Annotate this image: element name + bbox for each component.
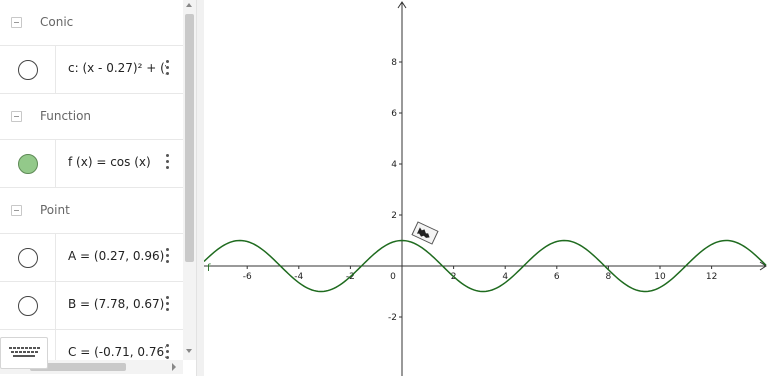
- vertical-dots-icon[interactable]: [165, 154, 171, 174]
- x-tick-label: 6: [554, 272, 560, 282]
- visibility-toggle[interactable]: [18, 154, 38, 174]
- visibility-cell: [0, 282, 56, 329]
- vertical-dots-icon[interactable]: [165, 296, 171, 316]
- algebra-list: Conic c: (x - 0.27)² + (y - Function f (…: [0, 0, 183, 360]
- panel-divider[interactable]: [196, 0, 204, 376]
- scroll-up-icon[interactable]: [186, 3, 192, 7]
- y-tick-label: 6: [391, 109, 397, 119]
- x-tick-label: 12: [706, 272, 717, 282]
- visibility-cell: [0, 140, 56, 187]
- group-label: Conic: [40, 15, 74, 29]
- collapse-icon[interactable]: [11, 205, 22, 216]
- y-ticks: 8 6 4 2 -2: [388, 58, 402, 323]
- list-item-function-f[interactable]: f (x) = cos (x): [0, 140, 183, 188]
- y-tick-label: -2: [388, 313, 397, 323]
- group-header-point[interactable]: Point: [0, 188, 183, 234]
- expression-text[interactable]: c: (x - 0.27)² + (y -: [68, 61, 166, 75]
- x-tick-label: 8: [606, 272, 612, 282]
- axes: [204, 1, 767, 376]
- x-tick-label: -6: [243, 272, 252, 282]
- x-tick-label: 0: [390, 272, 396, 282]
- expression-text[interactable]: A = (0.27, 0.96): [68, 249, 166, 263]
- visibility-toggle[interactable]: [18, 60, 38, 80]
- drag-cursor-icon: [411, 221, 439, 245]
- visibility-toggle[interactable]: [18, 248, 38, 268]
- scroll-down-icon[interactable]: [186, 349, 192, 353]
- y-tick-label: 8: [391, 58, 397, 68]
- function-label: f: [207, 263, 211, 274]
- vertical-dots-icon[interactable]: [165, 60, 171, 80]
- keyboard-button[interactable]: [0, 337, 48, 369]
- expression-text[interactable]: C = (-0.71, 0.76): [68, 345, 166, 359]
- x-ticks: -6 -4 -2 0 2 4 6 8 10 12: [243, 266, 717, 282]
- vertical-dots-icon[interactable]: [165, 344, 171, 360]
- visibility-cell: [0, 234, 56, 281]
- group-header-function[interactable]: Function: [0, 94, 183, 140]
- collapse-icon[interactable]: [11, 111, 22, 122]
- list-item-conic-c[interactable]: c: (x - 0.27)² + (y -: [0, 46, 183, 94]
- graph-canvas[interactable]: -6 -4 -2 0 2 4 6 8 10 12 8642-2 f: [203, 0, 770, 376]
- expression-text[interactable]: B = (7.78, 0.67): [68, 297, 166, 311]
- keyboard-icon: [9, 347, 40, 357]
- vertical-dots-icon[interactable]: [165, 248, 171, 268]
- visibility-toggle[interactable]: [18, 296, 38, 316]
- list-item-point-b[interactable]: B = (7.78, 0.67): [0, 282, 183, 330]
- collapse-icon[interactable]: [11, 17, 22, 28]
- graphics-view[interactable]: -6 -4 -2 0 2 4 6 8 10 12 8 6 4 2 -2 f: [203, 0, 770, 376]
- expression-text[interactable]: f (x) = cos (x): [68, 155, 166, 169]
- visibility-cell: [0, 46, 56, 93]
- y-tick-label: 4: [391, 160, 397, 170]
- group-header-conic[interactable]: Conic: [0, 0, 183, 46]
- list-item-point-a[interactable]: A = (0.27, 0.96): [0, 234, 183, 282]
- group-label: Point: [40, 203, 70, 217]
- x-tick-label: 10: [654, 272, 666, 282]
- scrollbar-thumb[interactable]: [185, 14, 194, 262]
- algebra-view: Conic c: (x - 0.27)² + (y - Function f (…: [0, 0, 196, 376]
- group-label: Function: [40, 109, 92, 123]
- vertical-scrollbar[interactable]: [183, 0, 196, 360]
- scroll-right-icon[interactable]: [172, 363, 176, 371]
- y-tick-label: 2: [391, 211, 397, 221]
